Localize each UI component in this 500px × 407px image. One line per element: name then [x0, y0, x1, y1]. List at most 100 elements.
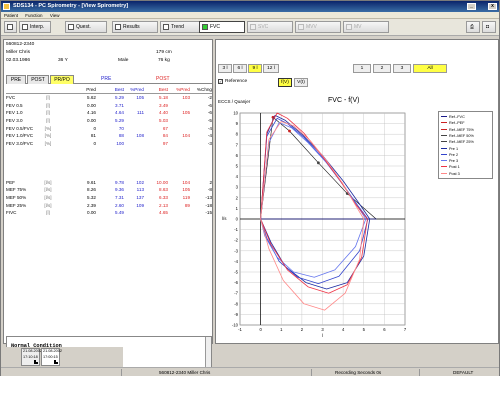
interp-label: Interp. [30, 24, 45, 30]
post-pct: 105 [182, 110, 190, 116]
x-tick-label: 3 [321, 327, 324, 332]
table-row[interactable]: MEF 25% [l/s] 2.39 2.60 109 2.13 89 -18 [6, 202, 212, 210]
table-row[interactable]: FEV 3.0 [l] 0.00 5.29 5.03 -5 [6, 117, 212, 125]
trial-3[interactable]: 3 [393, 64, 411, 73]
reference-checkbox[interactable]: ✓ Reference [218, 78, 247, 85]
close-button[interactable]: x [488, 3, 497, 10]
session-tab-1[interactable]: 21.08.2002 17:10:18 [21, 348, 43, 366]
legend-swatch [441, 160, 447, 162]
patient-name: Miller Chris [6, 50, 30, 55]
minimize-button[interactable]: _ [467, 3, 476, 10]
legend-swatch [441, 141, 447, 143]
questionnaire-icon [68, 24, 74, 30]
page-background [0, 376, 500, 407]
session-tab-2[interactable]: 21.08.2002 17:00:15 [41, 348, 63, 366]
table-row[interactable] [6, 156, 212, 164]
table-row[interactable]: FVC [l] 5.62 5.29 105 5.18 103 -2 [6, 94, 212, 102]
interp-button[interactable]: Interp. [19, 21, 51, 33]
table-row[interactable]: FEV 1.0/FVC [%] 81 88 108 84 104 -4 [6, 132, 212, 140]
legend-item: Ref.-MEF 75% [441, 128, 474, 134]
pre-best: 5.49 [115, 210, 124, 216]
trial-all[interactable]: All [413, 64, 447, 73]
post-pct: 89 [184, 202, 190, 208]
param-name: FEV 0.5/FVC [6, 125, 34, 131]
phase-tabs: PRE POST PR/PO PRE POST [6, 75, 212, 84]
quest-button[interactable]: Quest. [65, 21, 107, 33]
view-fv-button[interactable]: f(V) [278, 78, 292, 87]
session-1-date: 21.08.2002 [23, 349, 43, 353]
reference-label: Reference [225, 79, 248, 84]
view-vt-button[interactable]: V(t) [294, 78, 308, 87]
status-bar: 560812-2340 Miller Chris Recording Secon… [1, 367, 499, 376]
svc-tab[interactable]: SVC [247, 21, 293, 33]
session-2-date: 21.08.2002 [43, 349, 63, 353]
zoom-9l[interactable]: 9 l [248, 64, 262, 73]
table-row[interactable]: MEF 50% [l/s] 5.32 7.31 137 6.33 119 -13 [6, 194, 212, 202]
interp-icon [22, 24, 28, 30]
session-2-time: 17:00:15 [43, 354, 58, 359]
mvv-tab[interactable]: MVV [295, 21, 341, 33]
legend-swatch [441, 153, 447, 155]
y-tick-label: -3 [234, 248, 238, 253]
post-column-label: POST [156, 76, 170, 82]
trend-icon [163, 24, 169, 30]
trial-1[interactable]: 1 [353, 64, 371, 73]
y-tick-label: -4 [234, 259, 238, 264]
table-row[interactable]: FEV 3.0/FVC [%] 0 100 97 -3 [6, 140, 212, 148]
legend-item: Pre 1 [441, 147, 458, 153]
change-pct: -5 [207, 118, 212, 124]
table-row[interactable] [6, 171, 212, 179]
x-tick-label: 5 [363, 327, 366, 332]
camera-button[interactable]: ◘ [482, 21, 496, 33]
post-pct: 105 [182, 187, 190, 193]
mv-tab[interactable]: MV [343, 21, 389, 33]
table-row[interactable]: MEF 75% [l/s] 8.26 9.36 113 8.63 105 -8 [6, 186, 212, 194]
patient-dob: 02.03.1986 [6, 58, 31, 63]
svc-label: SVC [258, 24, 269, 30]
print-button[interactable]: ⎙ [466, 21, 480, 33]
zoom-3l[interactable]: 3 l [218, 64, 232, 73]
pre-column-label: PRE [101, 76, 112, 82]
zoom-6l[interactable]: 6 l [233, 64, 247, 73]
legend-swatch [441, 166, 447, 168]
legend-swatch [441, 134, 447, 136]
tab-pre-post[interactable]: PR/PO [50, 75, 74, 84]
patient-height: 179 cm [156, 50, 172, 55]
pre-best: 5.29 [115, 95, 124, 100]
param-unit: [%] [44, 141, 52, 147]
svc-icon [250, 24, 256, 30]
tab-post[interactable]: POST [27, 75, 49, 84]
pin-button[interactable] [4, 21, 17, 33]
trial-2[interactable]: 2 [373, 64, 391, 73]
menu-function[interactable]: Function [22, 13, 45, 18]
table-row[interactable]: PEF [l/s] 9.61 9.78 102 10.00 104 2 [6, 179, 212, 187]
param-name: MEF 25% [6, 202, 27, 208]
table-row[interactable]: FEV 1.0 [l] 4.16 4.64 111 4.40 105 -6 [6, 109, 212, 117]
patient-weight: 76 kg [158, 58, 170, 63]
table-header: Pred Best %Pred Best %Pred %Chng [6, 86, 212, 94]
table-row[interactable] [6, 148, 212, 156]
table-row[interactable]: FEV 0.5/FVC [%] 0 70 67 -4 [6, 125, 212, 133]
menu-view[interactable]: View [47, 13, 63, 18]
pin-icon [7, 24, 13, 30]
mvv-label: MVV [306, 24, 317, 30]
change-pct: -15 [205, 210, 212, 216]
zoom-12l[interactable]: 12 l [263, 64, 279, 73]
legend-item: Pre 2 [441, 153, 458, 159]
post-pct: 104 [182, 133, 190, 139]
pred-value: 4.16 [87, 110, 96, 116]
change-pct: 2 [209, 179, 212, 185]
table-row[interactable]: FIVC [l] 0.00 5.49 4.65 -15 [6, 209, 212, 217]
header-pre-best: Best [114, 87, 124, 92]
post-pct: 103 [182, 95, 190, 100]
menu-patient[interactable]: Patient [1, 13, 21, 18]
tab-pre[interactable]: PRE [6, 75, 26, 84]
results-icon [115, 24, 121, 30]
fvc-tab[interactable]: FVC [199, 21, 245, 33]
trend-button[interactable]: Trend [160, 21, 202, 33]
table-row[interactable] [6, 163, 212, 171]
table-row[interactable]: FEV 0.5 [l] 0.00 3.71 3.49 -6 [6, 102, 212, 110]
y-tick-label: -10 [232, 323, 239, 328]
fvc-icon [202, 24, 208, 30]
results-button[interactable]: Results [112, 21, 158, 33]
